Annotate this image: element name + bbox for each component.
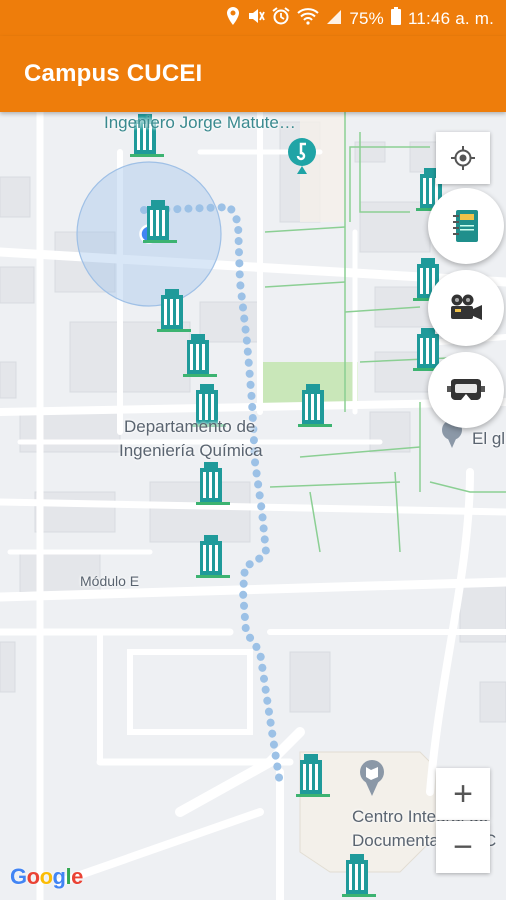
status-icons: 75% 11:46 a. m. [226, 7, 494, 30]
my-location-icon [451, 146, 475, 170]
notebook-fab-button[interactable] [428, 188, 504, 264]
map-label-modulo-e: Módulo E [80, 573, 140, 589]
notebook-icon [453, 210, 478, 242]
signal-icon [326, 7, 342, 30]
zoom-in-label: + [453, 775, 473, 813]
location-icon [226, 7, 240, 30]
zoom-in-button[interactable]: + [436, 768, 490, 820]
map-label-dept-line1: Departamento de [124, 417, 256, 436]
google-logo: Google [10, 864, 83, 889]
building-marker[interactable] [196, 535, 230, 581]
zoom-out-label: − [453, 828, 473, 866]
building-marker[interactable] [183, 334, 217, 380]
status-time: 11:46 a. m. [408, 8, 494, 28]
building-marker[interactable] [157, 289, 191, 335]
building-marker[interactable] [143, 200, 177, 246]
building-marker[interactable] [196, 462, 230, 508]
map-view[interactable]: Ingeniero Jorge Matute… Departamento de … [0, 112, 506, 900]
alarm-icon [272, 7, 290, 30]
status-bar: 75% 11:46 a. m. [0, 0, 506, 36]
app-title: Campus CUCEI [24, 60, 203, 87]
movie-camera-icon [451, 294, 482, 320]
mute-icon [247, 7, 266, 30]
map-label-dept-line2: Ingeniería Química [119, 441, 263, 460]
vr-fab-button[interactable] [428, 352, 504, 428]
map-label-el-gl: El gl [472, 429, 506, 448]
battery-icon [391, 7, 401, 30]
map-label-jorge-matute: Ingeniero Jorge Matute… [104, 113, 296, 132]
building-marker[interactable] [342, 854, 376, 900]
building-marker[interactable] [298, 384, 332, 430]
zoom-out-button[interactable]: − [436, 821, 490, 873]
camera-fab-button[interactable] [428, 270, 504, 346]
my-location-button[interactable] [436, 132, 490, 184]
battery-percentage: 75% [349, 8, 384, 28]
vr-headset-icon [447, 379, 485, 400]
app-bar: Campus CUCEI [0, 36, 506, 112]
wifi-icon [297, 7, 320, 30]
building-marker[interactable] [296, 754, 330, 800]
